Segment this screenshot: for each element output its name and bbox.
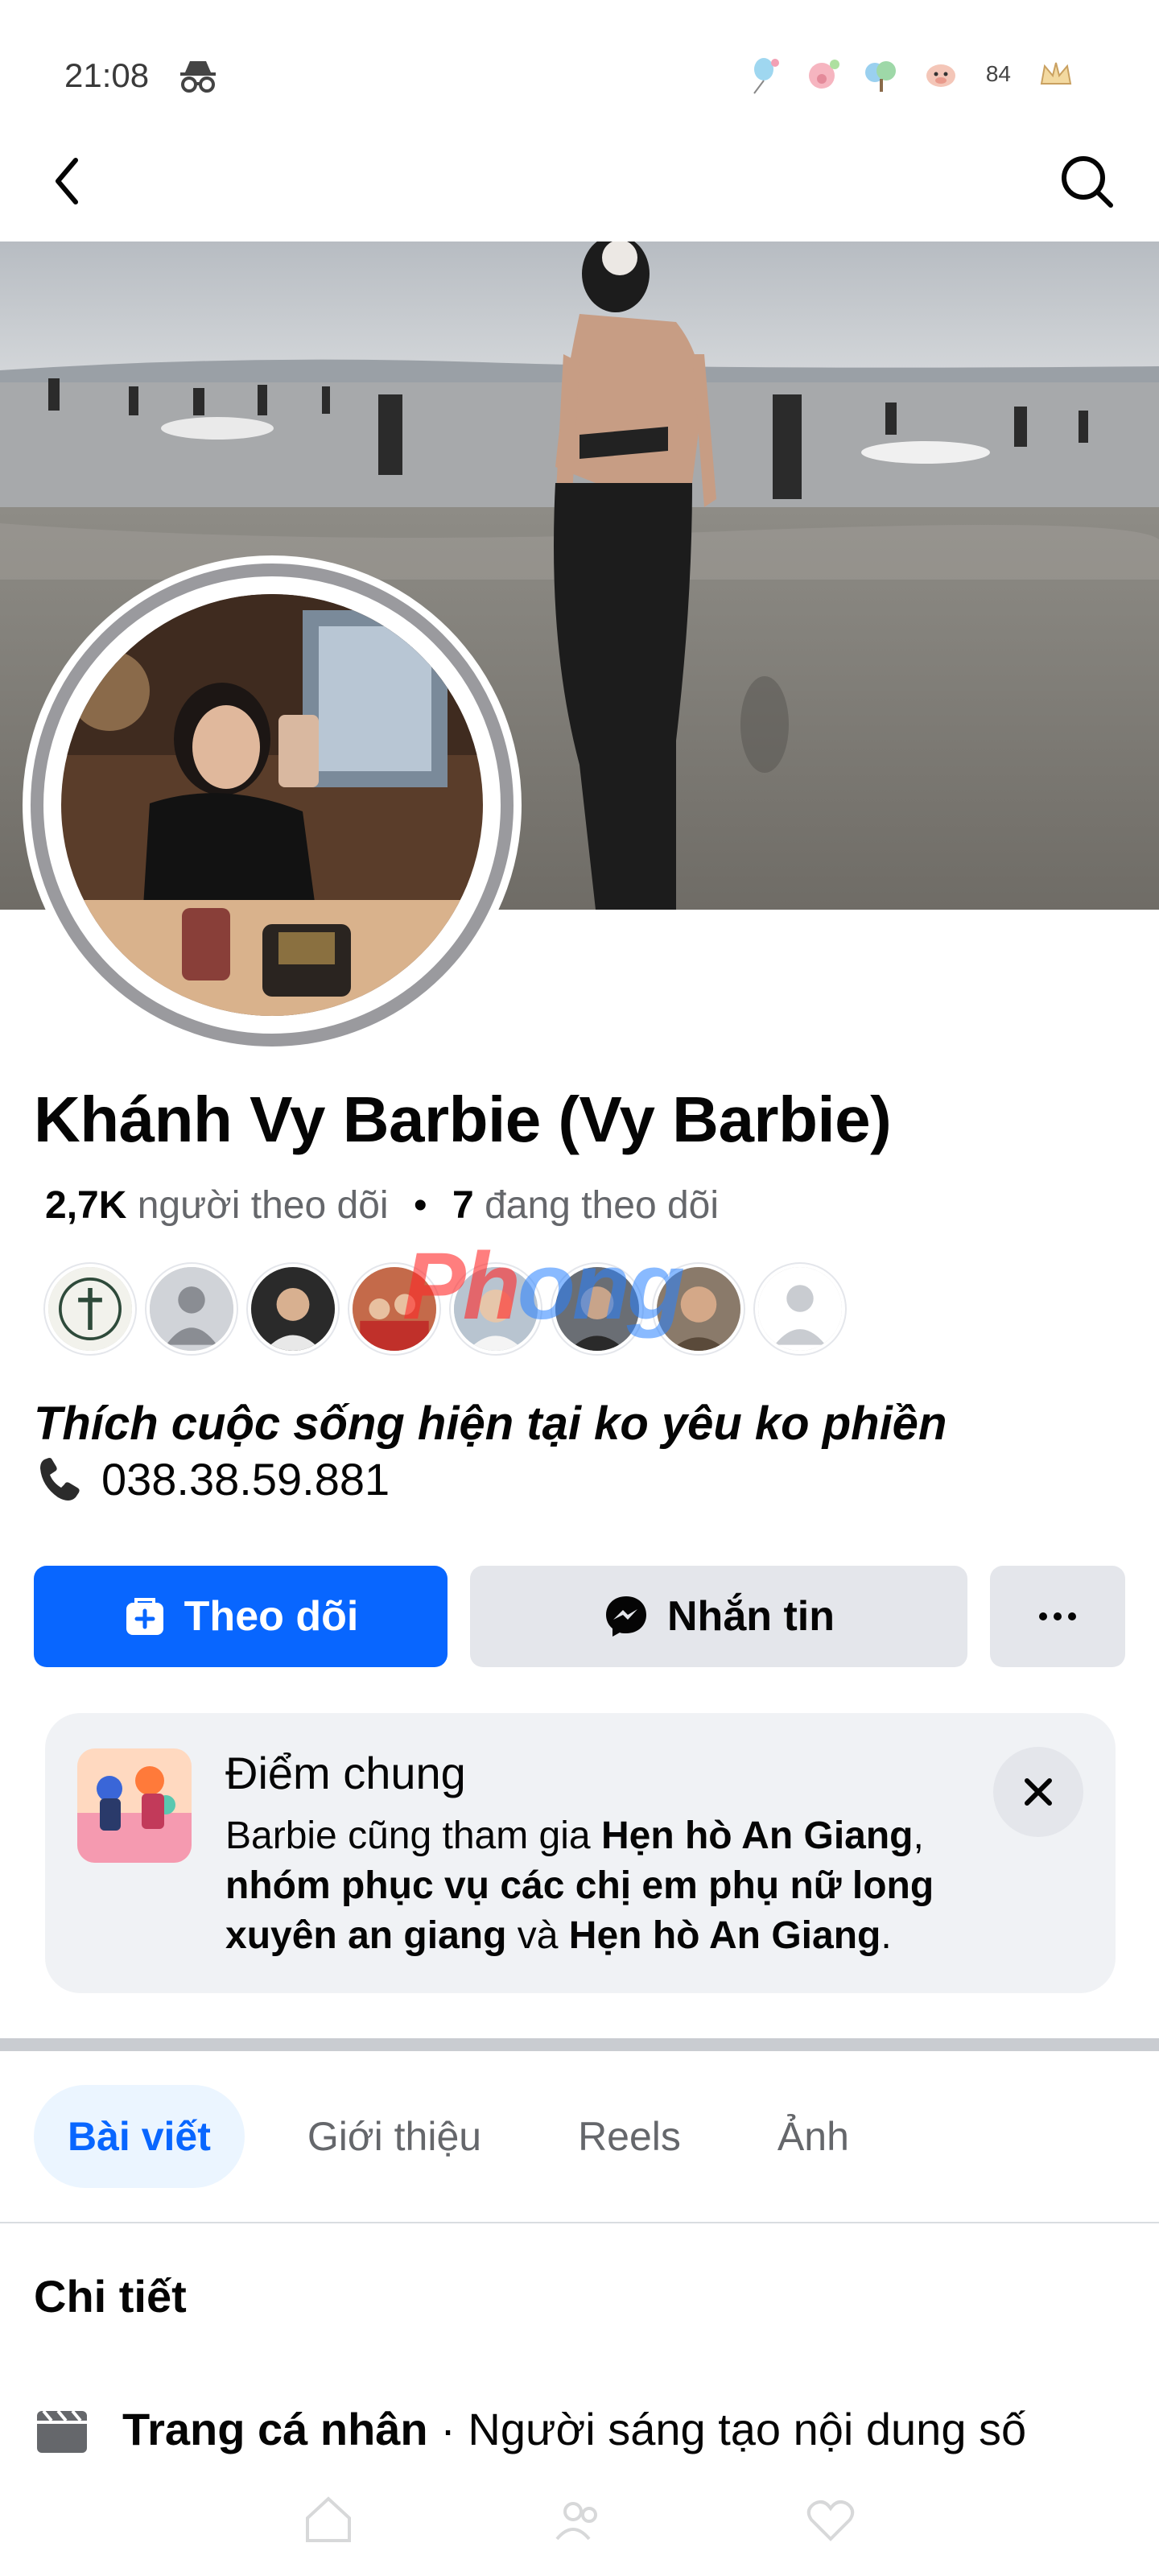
tab-photos[interactable]: Ảnh	[744, 2085, 883, 2188]
follow-label: Theo dõi	[184, 1593, 359, 1640]
profile-name: Khánh Vy Barbie (Vy Barbie)	[34, 1084, 892, 1155]
section-divider	[0, 2038, 1159, 2051]
friend-avatar[interactable]	[45, 1264, 135, 1354]
avatar-ring	[31, 564, 514, 1046]
group-link[interactable]: Hẹn hò An Giang	[601, 1814, 914, 1857]
profile-avatar[interactable]	[23, 555, 522, 1055]
incognito-icon	[180, 61, 216, 93]
search-icon[interactable]	[1054, 149, 1119, 213]
tab-posts[interactable]: Bài viết	[34, 2085, 245, 2188]
message-button[interactable]: Nhắn tin	[470, 1566, 967, 1667]
back-icon[interactable]	[40, 149, 97, 213]
follow-icon	[126, 1598, 163, 1635]
profile-tabs: Bài viết Giới thiệu Reels Ảnh	[34, 2085, 883, 2188]
detail-text: Trang cá nhân · Người sáng tạo nội dung …	[122, 2404, 1027, 2454]
tabs-divider	[0, 2222, 1159, 2223]
phone-row: 038.38.59.881	[34, 1453, 390, 1505]
followers-count: 2,7K	[45, 1184, 127, 1227]
phone-icon	[40, 1457, 80, 1501]
common-groups-card[interactable]: Điểm chung Barbie cũng tham gia Hẹn hò A…	[45, 1713, 1116, 1993]
more-icon	[1039, 1612, 1076, 1620]
clapperboard-icon	[37, 2409, 87, 2453]
watermark-logo: Phong	[402, 1233, 685, 1340]
tree-icon	[864, 61, 896, 92]
detail-row-profile-type: Trang cá nhân · Người sáng tạo nội dung …	[34, 2403, 1128, 2459]
notification-icons: 84	[740, 50, 1079, 98]
details-title: Chi tiết	[34, 2271, 187, 2322]
phone-number: 038.38.59.881	[101, 1454, 390, 1505]
group-link[interactable]: Hẹn hò An Giang	[569, 1914, 881, 1957]
status-time: 21:08	[64, 56, 150, 94]
nav-friends-icon[interactable]	[551, 2491, 608, 2549]
cow-icon	[926, 64, 955, 87]
stats-separator: •	[413, 1184, 427, 1227]
groups-illustration	[77, 1748, 192, 1863]
following-count: 7	[452, 1184, 474, 1227]
card-title: Điểm chung	[225, 1748, 466, 1798]
following-label: đang theo dõi	[485, 1184, 720, 1227]
nav-home-icon[interactable]	[299, 2491, 357, 2549]
friend-avatar[interactable]	[146, 1264, 237, 1354]
close-card-button[interactable]	[993, 1747, 1083, 1837]
more-button[interactable]	[990, 1566, 1125, 1667]
card-body: Barbie cũng tham gia Hẹn hò An Giang, nh…	[225, 1814, 934, 1957]
close-icon	[1025, 1778, 1052, 1806]
follow-button[interactable]: Theo dõi	[34, 1566, 448, 1667]
watermark-part2: ong	[517, 1233, 685, 1340]
follow-stats[interactable]: 2,7K người theo dõi • 7 đang theo dõi	[45, 1183, 719, 1228]
status-bar: 21:08 84	[0, 0, 1159, 121]
followers-label: người theo dõi	[137, 1184, 389, 1227]
friend-avatar[interactable]	[755, 1264, 845, 1354]
message-label: Nhắn tin	[667, 1593, 835, 1640]
messenger-icon	[606, 1596, 646, 1637]
crown-icon	[1040, 62, 1072, 85]
avatar-photo	[61, 594, 483, 1016]
app-bar	[0, 121, 1159, 242]
tab-about[interactable]: Giới thiệu	[274, 2085, 515, 2188]
profile-bio: Thích cuộc sống hiện tại ko yêu ko phiền	[34, 1397, 947, 1450]
tab-reels[interactable]: Reels	[544, 2085, 715, 2188]
balloon-icon	[753, 58, 779, 94]
bottom-navigation	[0, 2463, 1159, 2576]
profile-page: 21:08 84 Khánh Vy Barbie (Vy Barbie) 2,7…	[0, 0, 1159, 2576]
notification-count: 84	[985, 61, 1011, 86]
nav-heart-icon[interactable]	[802, 2491, 860, 2549]
friend-avatar[interactable]	[248, 1264, 338, 1354]
pig-icon	[808, 60, 839, 89]
